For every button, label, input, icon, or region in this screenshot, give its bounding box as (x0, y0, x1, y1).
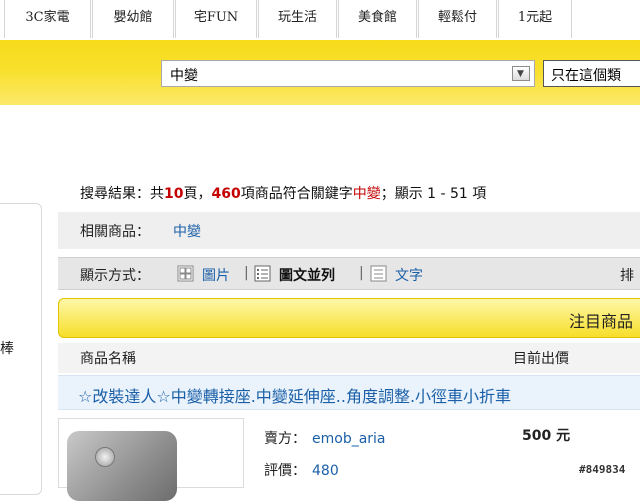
product-thumbnail[interactable] (58, 418, 244, 501)
product-image (67, 431, 177, 501)
results-column-header: 商品名稱 目前出價 (58, 343, 640, 373)
dropdown-arrow-icon[interactable]: ▼ (512, 66, 530, 81)
related-label: 相關商品： (80, 224, 150, 240)
column-product-name: 商品名稱 (80, 351, 136, 367)
column-current-bid: 目前出價 (513, 351, 569, 367)
list-view-icon[interactable] (254, 265, 271, 282)
product-title-link[interactable]: ☆改裝達人☆中變轉接座.中變延伸座..角度調整.小徑車小折車 (78, 383, 511, 407)
related-products-row: 相關商品： 中變 (58, 212, 640, 249)
display-separator-1: | (244, 265, 249, 281)
summary-pages: 10 (164, 186, 184, 202)
summary-keyword: 中變 (352, 186, 381, 202)
tab-food[interactable]: 美食館 (338, 0, 417, 38)
seller-link[interactable]: emob_aria (312, 431, 386, 447)
search-input[interactable]: 中變 ▼ (161, 60, 535, 87)
tab-fun[interactable]: 宅FUN (175, 0, 257, 38)
search-value: 中變 (170, 68, 198, 84)
featured-products-header: 注目商品 (58, 298, 640, 338)
tab-life[interactable]: 玩生活 (258, 0, 337, 38)
tab-3c[interactable]: 3C家電 (4, 0, 91, 38)
display-option-image-text[interactable]: 圖文並列 (279, 265, 335, 285)
summary-prefix: 搜尋結果：共 (80, 186, 164, 202)
text-view-icon[interactable] (370, 265, 387, 282)
category-nav: 3C家電 嬰幼館 宅FUN 玩生活 美食館 輕鬆付 1元起 (0, 0, 640, 40)
summary-items: 460 (211, 186, 241, 202)
tab-baby[interactable]: 嬰幼館 (92, 0, 174, 38)
tab-pay[interactable]: 輕鬆付 (418, 0, 497, 38)
rating-label: 評價： (264, 463, 306, 479)
seller-info: 賣方： emob_aria (264, 428, 386, 448)
results-summary: 搜尋結果：共10頁，460項商品符合關鍵字中變；顯示 1 - 51 項 (80, 183, 486, 203)
tab-one-dollar[interactable]: 1元起 (498, 0, 572, 38)
featured-label: 注目商品 (569, 312, 634, 331)
seller-label: 賣方： (264, 431, 306, 447)
display-option-text[interactable]: 文字 (395, 265, 423, 285)
left-panel-text: 棒 (0, 341, 14, 357)
rating-link[interactable]: 480 (312, 463, 339, 479)
product-price: 500 元 (522, 428, 571, 444)
grid-view-icon[interactable] (177, 265, 194, 282)
summary-suffix: ；顯示 1 - 51 項 (380, 186, 487, 202)
display-mode-row: 顯示方式： 圖片 | 圖文並列 | 文字 排 (58, 257, 640, 290)
summary-pages-unit: 頁， (183, 186, 212, 202)
search-scope-select[interactable]: 只在這個類 (543, 60, 640, 87)
rating-info: 評價： 480 (264, 460, 339, 480)
display-option-image[interactable]: 圖片 (202, 265, 230, 285)
sort-label[interactable]: 排 (620, 265, 634, 285)
watermark: #849834 (579, 463, 626, 476)
related-link[interactable]: 中變 (173, 221, 201, 241)
display-label: 顯示方式： (80, 268, 150, 284)
display-separator-2: | (359, 265, 364, 281)
search-scope-label: 只在這個類 (551, 68, 621, 84)
product-title-row: ☆改裝達人☆中變轉接座.中變延伸座..角度調整.小徑車小折車 (58, 375, 640, 410)
summary-mid: 項商品符合關鍵字 (240, 186, 353, 202)
